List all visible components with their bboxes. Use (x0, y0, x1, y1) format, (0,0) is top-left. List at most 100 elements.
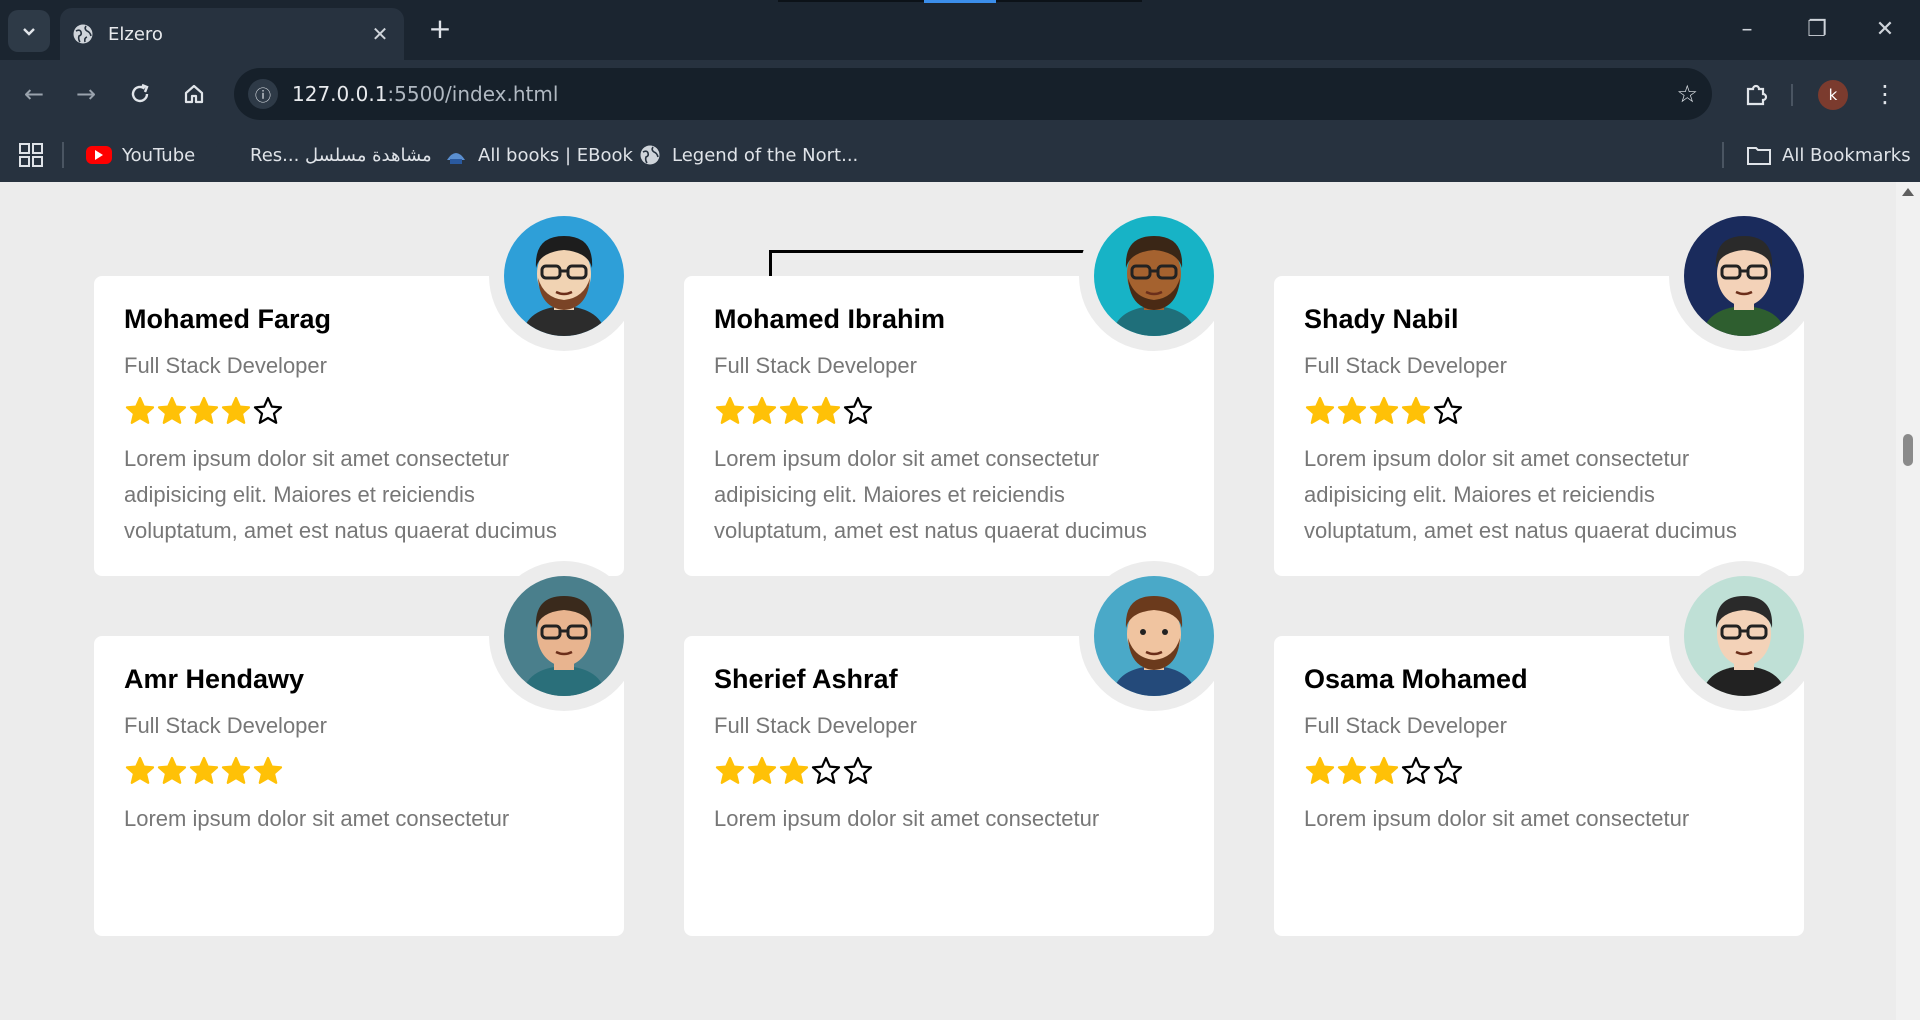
rating-stars (1304, 395, 1774, 429)
reload-button[interactable] (120, 74, 160, 114)
page-scrollbar[interactable] (1896, 182, 1920, 1020)
star-empty-icon (253, 396, 283, 424)
avatar (504, 216, 624, 336)
bookmark-legend[interactable]: Legend of the Nort... (638, 140, 858, 170)
star-filled-icon (779, 756, 809, 784)
toolbar-separator (1791, 84, 1793, 106)
forward-button[interactable]: → (66, 74, 106, 114)
star-filled-icon (1337, 396, 1367, 424)
rating-stars (1304, 755, 1774, 789)
star-filled-icon (221, 396, 251, 424)
rating-stars (124, 395, 594, 429)
avatar-ring (489, 561, 639, 711)
book-icon (444, 143, 468, 167)
star-filled-icon (157, 756, 187, 784)
testimonial-role: Full Stack Developer (714, 353, 917, 378)
bookmark-youtube[interactable]: YouTube (86, 140, 195, 170)
star-filled-icon (1401, 396, 1431, 424)
testimonial-role: Full Stack Developer (124, 353, 327, 378)
testimonial-text: Lorem ipsum dolor sit amet consectetur a… (124, 446, 557, 543)
toolbar: ← → ⓘ 127.0.0.1:5500/index.html ☆ k ⋮ (0, 60, 1920, 128)
testimonial-text: Lorem ipsum dolor sit amet consectetur (124, 806, 510, 831)
bookmarks-divider-right (1722, 142, 1724, 168)
extensions-icon[interactable] (1736, 74, 1776, 114)
rating-stars (714, 395, 1184, 429)
star-empty-icon (843, 396, 873, 424)
star-filled-icon (221, 756, 251, 784)
star-filled-icon (1305, 396, 1335, 424)
testimonial-role: Full Stack Developer (1304, 353, 1507, 378)
bookmark-all-books[interactable]: All books | EBook (444, 140, 633, 170)
bookmark-series[interactable]: مشاهدة مسلسل ...Res (216, 140, 432, 170)
star-filled-icon (715, 396, 745, 424)
avatar-ring (489, 201, 639, 351)
star-filled-icon (1369, 756, 1399, 784)
star-filled-icon (1369, 396, 1399, 424)
folder-icon (1747, 147, 1771, 165)
star-filled-icon (779, 396, 809, 424)
browser-chrome: Elzero ✕ + – ❐ ✕ ← → ⓘ 127.0.0.1:5500/in… (0, 0, 1920, 182)
profile-avatar[interactable]: k (1818, 80, 1848, 110)
star-empty-icon (843, 756, 873, 784)
star-filled-icon (715, 756, 745, 784)
avatar (504, 576, 624, 696)
bookmarks-divider (62, 142, 64, 168)
home-icon (184, 84, 204, 104)
star-empty-icon (1433, 756, 1463, 784)
youtube-icon (86, 146, 112, 164)
testimonial-role: Full Stack Developer (1304, 713, 1507, 738)
address-bar[interactable]: ⓘ 127.0.0.1:5500/index.html ☆ (234, 68, 1712, 120)
star-empty-icon (1401, 756, 1431, 784)
page-viewport: TESTIMONIALS Mohamed FaragFull Stack Dev… (0, 182, 1896, 1020)
blank-icon (216, 143, 240, 167)
star-filled-icon (125, 756, 155, 784)
apps-grid-icon[interactable] (18, 142, 44, 168)
testimonial-role: Full Stack Developer (714, 713, 917, 738)
kebab-menu-icon[interactable]: ⋮ (1870, 74, 1900, 114)
close-window-button[interactable]: ✕ (1860, 10, 1910, 50)
star-filled-icon (189, 396, 219, 424)
tab-elzero[interactable]: Elzero ✕ (60, 8, 404, 60)
tab-title: Elzero (108, 23, 163, 45)
scroll-up-arrow-icon[interactable] (1902, 188, 1914, 196)
chevron-down-icon (23, 28, 35, 36)
testimonial-text: Lorem ipsum dolor sit amet consectetur (1304, 806, 1690, 831)
tab-search-button[interactable] (8, 10, 50, 52)
avatar (1094, 576, 1214, 696)
testimonial-text: Lorem ipsum dolor sit amet consectetur (714, 806, 1100, 831)
avatar-ring (1079, 561, 1229, 711)
back-button[interactable]: ← (14, 74, 54, 114)
tabstrip-accent (924, 0, 996, 3)
star-filled-icon (157, 396, 187, 424)
star-filled-icon (747, 756, 777, 784)
avatar (1684, 216, 1804, 336)
star-filled-icon (189, 756, 219, 784)
star-filled-icon (253, 756, 283, 784)
avatar-ring (1669, 561, 1819, 711)
rating-stars (124, 755, 594, 789)
star-empty-icon (1433, 396, 1463, 424)
star-empty-icon (811, 756, 841, 784)
testimonial-role: Full Stack Developer (124, 713, 327, 738)
tab-strip: Elzero ✕ + – ❐ ✕ (0, 0, 1920, 60)
close-tab-icon[interactable]: ✕ (368, 22, 392, 46)
minimize-button[interactable]: – (1722, 10, 1772, 50)
url-text[interactable]: 127.0.0.1:5500/index.html (292, 82, 1676, 106)
avatar-ring (1669, 201, 1819, 351)
new-tab-button[interactable]: + (424, 14, 456, 46)
restore-button[interactable]: ❐ (1792, 10, 1842, 50)
site-info-icon[interactable]: ⓘ (248, 79, 278, 109)
avatar (1684, 576, 1804, 696)
testimonial-text: Lorem ipsum dolor sit amet consectetur a… (1304, 446, 1737, 543)
star-filled-icon (125, 396, 155, 424)
star-filled-icon (747, 396, 777, 424)
star-filled-icon (1337, 756, 1367, 784)
globe-icon (73, 24, 93, 44)
all-bookmarks-button[interactable]: All Bookmarks (1746, 140, 1911, 170)
scroll-thumb[interactable] (1903, 434, 1913, 466)
avatar-ring (1079, 201, 1229, 351)
testimonial-text: Lorem ipsum dolor sit amet consectetur a… (714, 446, 1147, 543)
home-button[interactable] (174, 74, 214, 114)
bookmark-star-icon[interactable]: ☆ (1676, 80, 1698, 108)
puzzle-icon (1746, 84, 1768, 106)
